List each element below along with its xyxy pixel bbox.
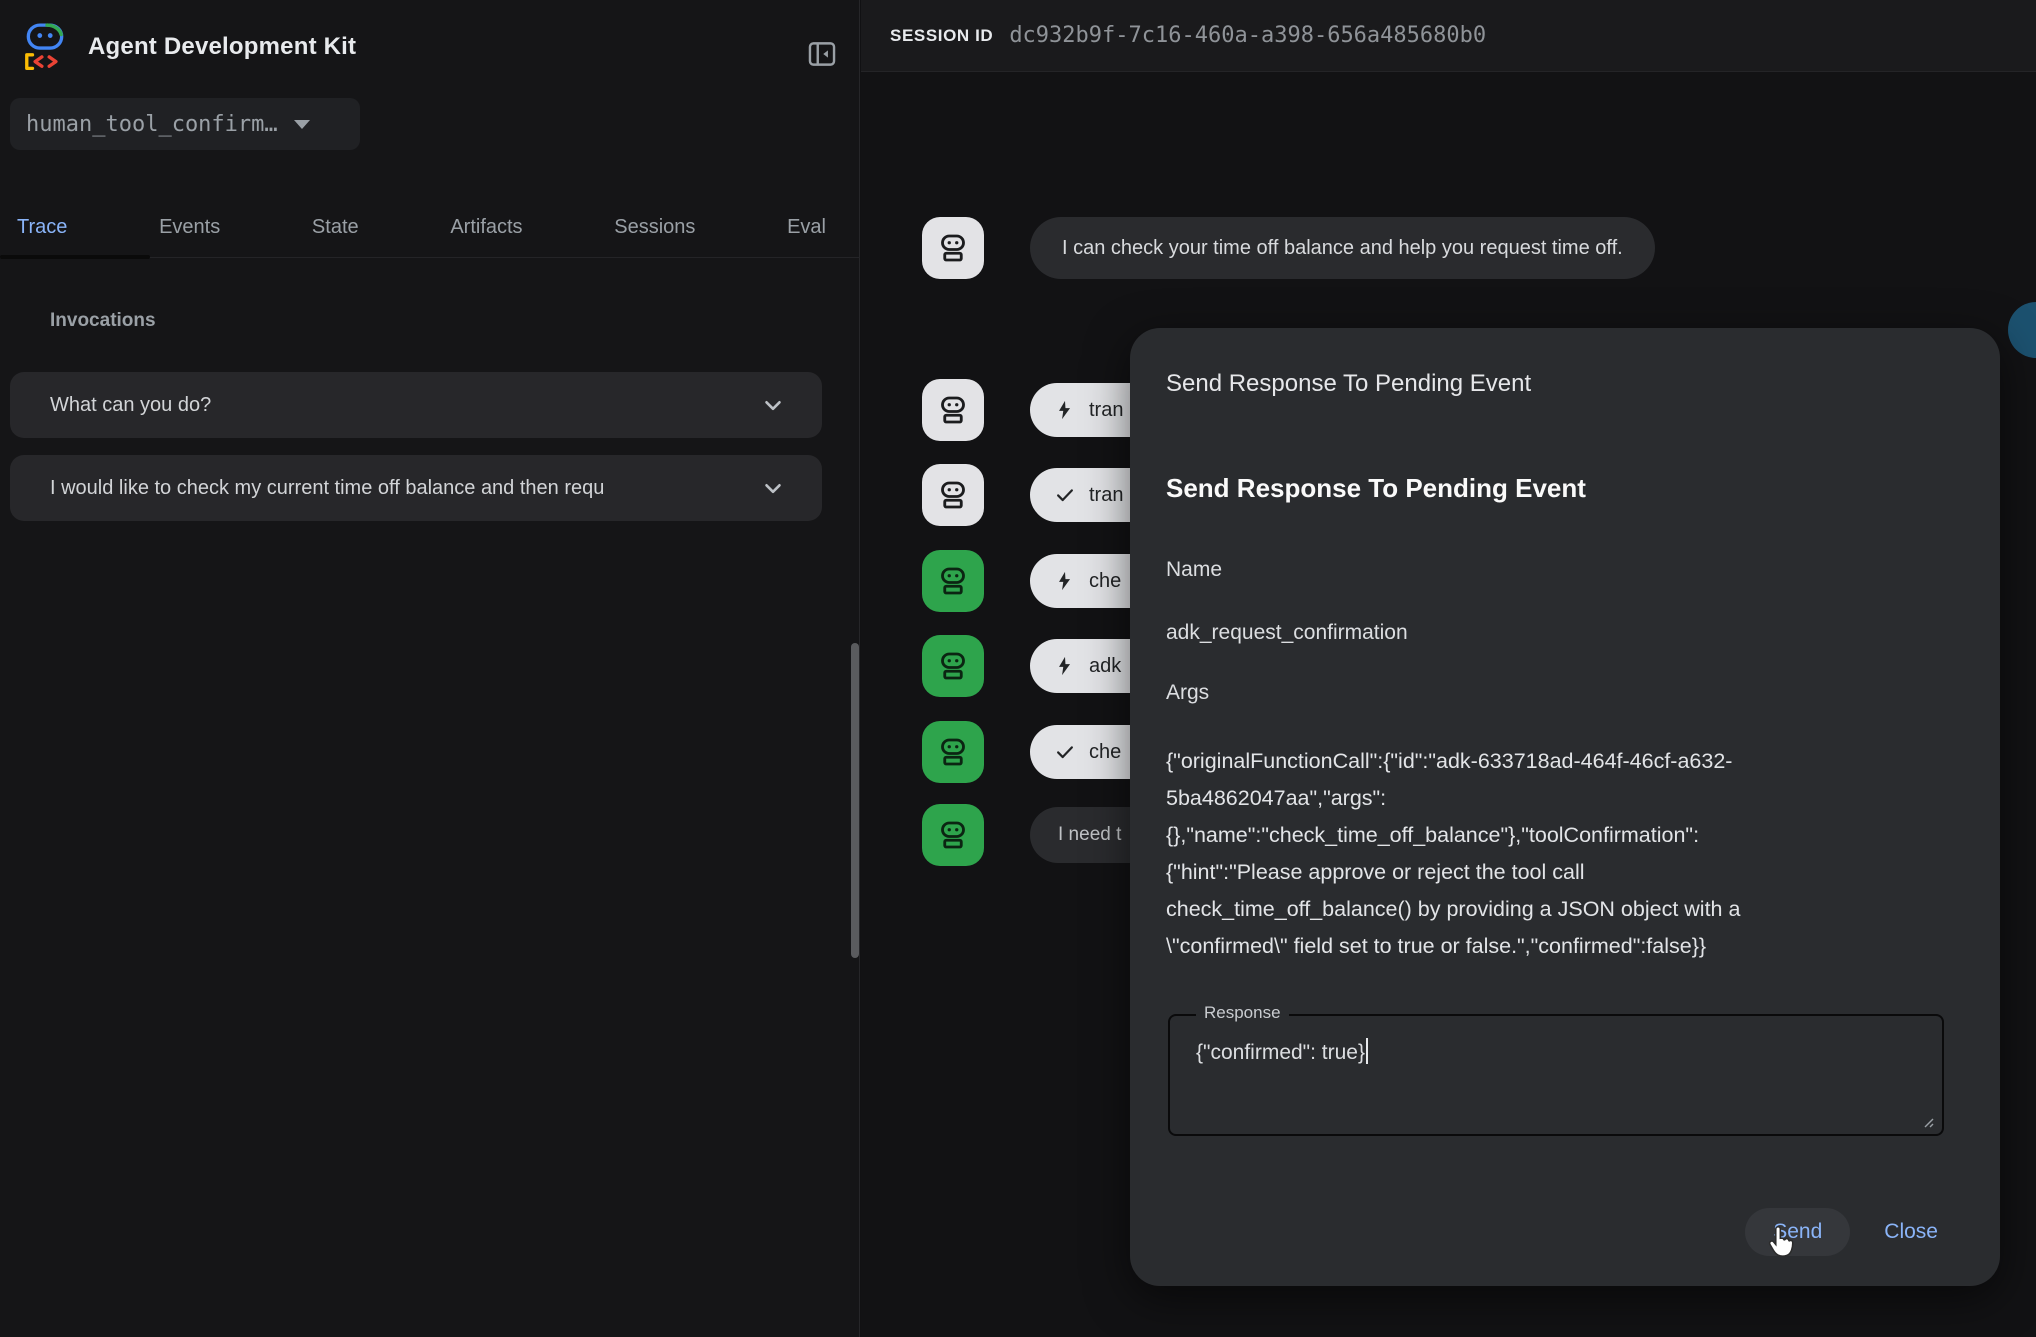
adk-web-app: Agent Development Kit human_tool_confirm… [0, 0, 2036, 1337]
chevron-down-icon [760, 475, 786, 501]
tool-chip-label: che [1089, 570, 1121, 593]
resize-handle-icon[interactable] [1920, 1114, 1935, 1129]
bot-avatar-active [922, 721, 984, 783]
session-id-label: SESSION ID [890, 26, 993, 46]
response-field-value: {"confirmed": true} [1196, 1038, 1368, 1065]
sidebar-scrollbar[interactable] [851, 643, 859, 958]
robot-icon [935, 563, 971, 599]
app-title: Agent Development Kit [88, 33, 356, 61]
lightning-icon [1054, 399, 1076, 421]
dialog-heading: Send Response To Pending Event [1166, 473, 1586, 504]
invocation-text: What can you do? [50, 394, 746, 417]
bot-avatar-active [922, 550, 984, 612]
check-icon [1054, 741, 1076, 763]
panel-collapse-icon [805, 37, 839, 71]
bot-avatar-active [922, 804, 984, 866]
lightning-icon [1054, 570, 1076, 592]
args-label: Args [1166, 681, 1209, 705]
tab-state[interactable]: State [312, 216, 359, 239]
session-id-value: dc932b9f-7c16-460a-a398-656a485680b0 [1009, 23, 1486, 48]
invocation-item[interactable]: What can you do? [10, 372, 822, 438]
active-tab-indicator [0, 255, 150, 259]
text-caret [1366, 1038, 1368, 1064]
chevron-down-icon [760, 392, 786, 418]
pending-event-dialog: Send Response To Pending Event Send Resp… [1130, 328, 2000, 1286]
name-label: Name [1166, 558, 1222, 582]
bot-avatar [922, 217, 984, 279]
tool-chip-label: adk [1089, 655, 1121, 678]
invocation-text: I would like to check my current time of… [50, 477, 746, 500]
tool-chip-label: che [1089, 741, 1121, 764]
tab-bar: Trace Events State Artifacts Sessions Ev… [0, 198, 860, 258]
adk-logo-icon [20, 20, 70, 74]
response-input[interactable]: Response {"confirmed": true} [1168, 1014, 1944, 1136]
check-icon [1054, 484, 1076, 506]
send-button[interactable]: Send [1745, 1208, 1850, 1256]
response-field-label: Response [1196, 1003, 1289, 1023]
tool-chip-label: tran [1089, 484, 1123, 507]
bot-avatar-active [922, 635, 984, 697]
sidebar-header: Agent Development Kit [20, 20, 356, 74]
bot-avatar [922, 464, 984, 526]
invocation-item[interactable]: I would like to check my current time of… [10, 455, 822, 521]
edge-button-partial[interactable] [2008, 302, 2036, 358]
session-header: SESSION ID dc932b9f-7c16-460a-a398-656a4… [861, 0, 2036, 72]
tool-chip-label: tran [1089, 399, 1123, 422]
args-value: {"originalFunctionCall":{"id":"adk-63371… [1166, 743, 1948, 965]
robot-icon [935, 477, 971, 513]
tab-artifacts[interactable]: Artifacts [450, 216, 522, 239]
collapse-panel-button[interactable] [800, 32, 844, 76]
invocations-heading: Invocations [50, 310, 156, 332]
tab-sessions[interactable]: Sessions [614, 216, 695, 239]
agent-select-dropdown[interactable]: human_tool_confirm… [10, 98, 360, 150]
message-bubble: I can check your time off balance and he… [1030, 217, 1655, 279]
name-value: adk_request_confirmation [1166, 621, 1408, 645]
sidebar: Agent Development Kit human_tool_confirm… [0, 0, 860, 1337]
tab-trace[interactable]: Trace [17, 216, 67, 239]
agent-select-value: human_tool_confirm… [26, 112, 278, 137]
dialog-actions: Send Close [1745, 1208, 1948, 1256]
tab-eval[interactable]: Eval [787, 216, 826, 239]
robot-icon [935, 817, 971, 853]
robot-icon [935, 648, 971, 684]
dialog-title: Send Response To Pending Event [1166, 370, 1531, 398]
robot-icon [935, 734, 971, 770]
dropdown-arrow-icon [294, 120, 310, 129]
close-button[interactable]: Close [1874, 1208, 1948, 1256]
bot-avatar [922, 379, 984, 441]
tab-events[interactable]: Events [159, 216, 220, 239]
chat-message-row: I can check your time off balance and he… [922, 217, 1655, 279]
lightning-icon [1054, 655, 1076, 677]
robot-icon [935, 392, 971, 428]
robot-icon [935, 230, 971, 266]
